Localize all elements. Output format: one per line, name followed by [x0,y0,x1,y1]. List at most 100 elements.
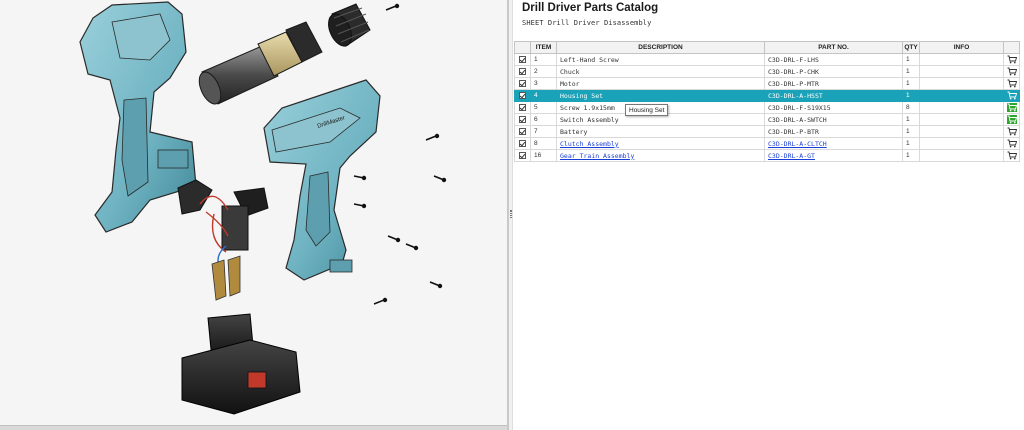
app-window: DrillMaster Drill Driver Parts Catalog S… [0,0,1024,430]
row-part-number-link[interactable]: C3D-DRL-A-CLTCH [768,140,827,148]
row-cart-cell[interactable] [1003,113,1020,126]
header-info[interactable]: INFO [919,41,1004,54]
screw-9 [373,297,388,305]
row-part-number: C3D-DRL-A-HSST [764,89,903,102]
panel-splitter[interactable] [508,0,513,430]
checkbox-checked-icon[interactable] [519,92,526,99]
table-row[interactable]: 4 Housing Set C3D-DRL-A-HSST 1 [514,89,1020,102]
switch-assembly-part[interactable] [177,179,269,301]
row-description-link[interactable]: Clutch Assembly [560,140,619,148]
row-cart-cell[interactable] [1003,101,1020,114]
row-cart-cell[interactable] [1003,137,1020,150]
row-cart-cell[interactable] [1003,89,1020,102]
shopping-cart-icon[interactable] [1007,139,1017,148]
catalog-title: Drill Driver Parts Catalog [522,2,659,14]
shopping-cart-icon[interactable] [1007,151,1017,160]
row-select-cell[interactable] [514,125,531,138]
splitter-grip-icon [510,210,512,218]
row-part-number: C3D-DRL-A-SWTCH [764,113,903,126]
row-select-cell[interactable] [514,65,531,78]
table-row[interactable]: 6 Switch Assembly C3D-DRL-A-SWTCH 1 [514,113,1020,126]
shopping-cart-icon[interactable] [1007,79,1017,88]
row-select-cell[interactable] [514,113,531,126]
row-description: Housing Set [556,89,765,102]
row-select-cell[interactable] [514,89,531,102]
checkbox-checked-icon[interactable] [519,116,526,123]
table-row[interactable]: 8 Clutch Assembly C3D-DRL-A-CLTCH 1 [514,137,1020,150]
row-qty: 1 [902,113,920,126]
checkbox-checked-icon[interactable] [519,104,526,111]
checkbox-checked-icon[interactable] [519,80,526,87]
row-part-number: C3D-DRL-P-MTR [764,77,903,90]
row-cart-cell[interactable] [1003,125,1020,138]
row-qty: 1 [902,125,920,138]
shopping-cart-icon[interactable] [1006,115,1017,124]
row-cart-cell[interactable] [1003,65,1020,78]
right-housing-half[interactable]: DrillMaster [263,79,381,281]
checkbox-checked-icon[interactable] [519,152,526,159]
left-housing-half[interactable] [79,1,197,233]
header-item[interactable]: ITEM [530,41,557,54]
row-qty: 1 [902,137,920,150]
row-description: Gear Train Assembly [556,149,765,162]
table-row[interactable]: 7 Battery C3D-DRL-P-BTR 1 [514,125,1020,138]
shopping-cart-icon[interactable] [1007,91,1017,100]
screw-group[interactable] [353,3,447,305]
row-cart-cell[interactable] [1003,77,1020,90]
row-item-number: 1 [530,53,557,66]
shopping-cart-icon[interactable] [1007,67,1017,76]
row-select-cell[interactable] [514,53,531,66]
battery-part[interactable] [181,313,301,415]
catalog-subtitle: SHEET Drill Driver Disassembly [522,19,652,27]
viewer-scrollbar[interactable] [0,425,507,430]
shopping-cart-icon[interactable] [1007,127,1017,136]
row-info [919,65,1004,78]
row-part-number: C3D-DRL-P-BTR [764,125,903,138]
row-select-cell[interactable] [514,137,531,150]
row-cart-cell[interactable] [1003,149,1020,162]
row-qty: 8 [902,101,920,114]
table-row[interactable]: 3 Motor C3D-DRL-P-MTR 1 [514,77,1020,90]
exploded-drill-model[interactable]: DrillMaster [0,0,508,430]
checkbox-checked-icon[interactable] [519,140,526,147]
row-description: Left-Hand Screw [556,53,765,66]
row-item-number: 3 [530,77,557,90]
row-description: Motor [556,77,765,90]
row-item-number: 5 [530,101,557,114]
header-select [514,41,531,54]
row-description-link[interactable]: Gear Train Assembly [560,152,634,160]
row-info [919,149,1004,162]
header-qty[interactable]: QTY [902,41,920,54]
screw-7 [405,243,419,251]
row-part-number: C3D-DRL-A-CLTCH [764,137,903,150]
row-info [919,77,1004,90]
row-info [919,125,1004,138]
checkbox-checked-icon[interactable] [519,68,526,75]
row-qty: 1 [902,89,920,102]
chuck-part[interactable] [324,3,371,50]
3d-viewer[interactable]: DrillMaster [0,0,508,430]
row-select-cell[interactable] [514,101,531,114]
table-row[interactable]: 16 Gear Train Assembly C3D-DRL-A-GT 1 [514,149,1020,162]
row-cart-cell[interactable] [1003,53,1020,66]
row-select-cell[interactable] [514,149,531,162]
table-row[interactable]: 1 Left-Hand Screw C3D-DRL-F-LHS 1 [514,53,1020,66]
motor-part[interactable] [195,21,323,107]
header-cart [1003,41,1020,54]
checkbox-checked-icon[interactable] [519,56,526,63]
row-part-number: C3D-DRL-F-S19X15 [764,101,903,114]
row-description: Chuck [556,65,765,78]
row-info [919,53,1004,66]
table-row[interactable]: 2 Chuck C3D-DRL-P-CHK 1 [514,65,1020,78]
row-qty: 1 [902,149,920,162]
row-item-number: 6 [530,113,557,126]
header-description[interactable]: DESCRIPTION [556,41,765,54]
row-tooltip: Housing Set [625,104,669,116]
row-part-number-link[interactable]: C3D-DRL-A-GT [768,152,815,160]
row-select-cell[interactable] [514,77,531,90]
checkbox-checked-icon[interactable] [519,128,526,135]
shopping-cart-icon[interactable] [1006,103,1017,112]
table-row[interactable]: 5 Screw 1.9x15mm C3D-DRL-F-S19X15 8 [514,101,1020,114]
shopping-cart-icon[interactable] [1007,55,1017,64]
header-part-no[interactable]: PART NO. [764,41,903,54]
